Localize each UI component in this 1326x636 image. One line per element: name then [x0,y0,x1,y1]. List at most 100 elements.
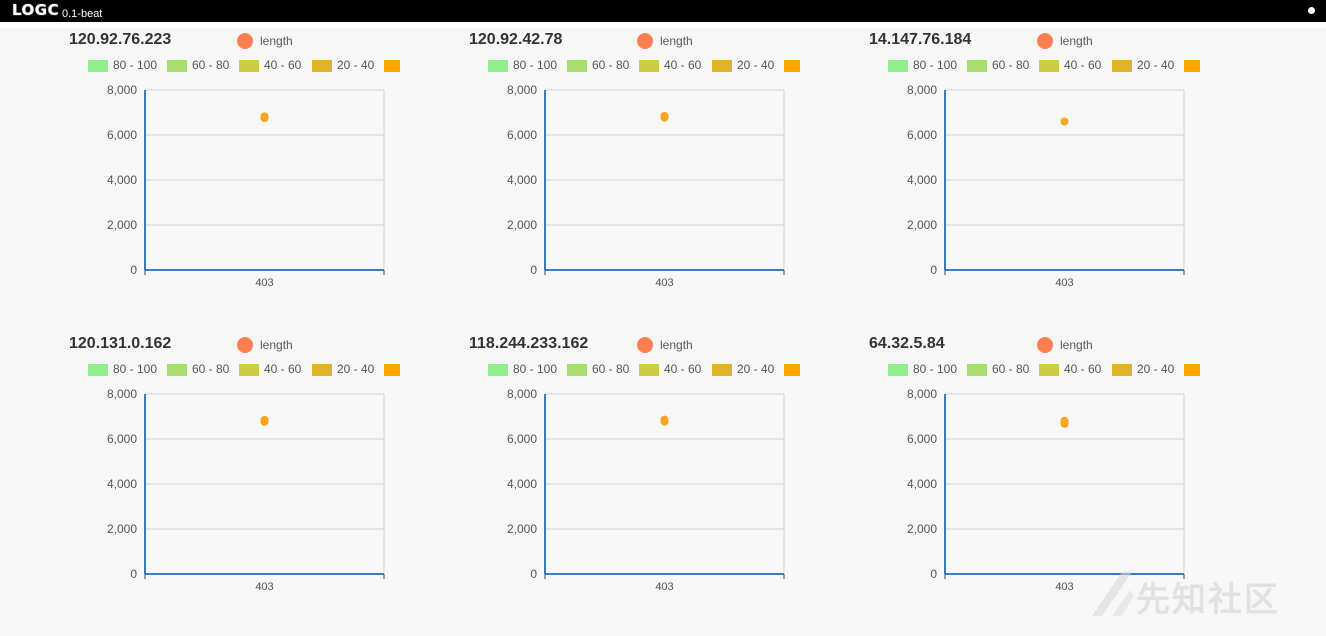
x-tick-label: 403 [1055,581,1073,593]
legend-length-marker-icon [237,337,253,353]
legend-length-label: length [1060,34,1093,48]
chart-panel: 120.131.0.162 length 80 - 100 60 - 80 40 - … [0,332,400,636]
y-tick-label: 0 [530,263,537,277]
y-tick-label: 8,000 [907,83,937,97]
y-tick-label: 0 [930,263,937,277]
legend-band-label: 60 - 80 [192,58,230,72]
legend-band-label: 60 - 80 [192,362,230,376]
y-tick-label: 2,000 [907,522,937,536]
legend-band-label: 20 - 40 [737,58,775,72]
legend-band-label: 80 - 100 [513,58,557,72]
legend-band-label: 40 - 60 [1064,58,1102,72]
legend-band-label: 20 - 40 [737,362,775,376]
scatter-chart: length80 - 10060 - 8040 - 6020 - 400 - 2… [888,33,1200,289]
legend-length-label: length [660,338,693,352]
legend-band-swatch [167,364,187,376]
legend-band-label: 40 - 60 [664,362,702,376]
y-tick-label: 4,000 [107,477,137,491]
y-tick-label: 8,000 [107,83,137,97]
data-point [1060,117,1069,126]
chart-panel: 120.92.42.78 length 80 - 100 60 - 80 40 - 6… [400,28,800,332]
legend-length-label: length [260,34,293,48]
x-tick-label: 403 [1055,277,1073,289]
y-tick-label: 2,000 [107,218,137,232]
y-tick-label: 8,000 [507,83,537,97]
legend-band-swatch [1039,60,1059,72]
y-tick-label: 8,000 [107,387,137,401]
legend-band-swatch [488,364,508,376]
data-point [660,111,669,120]
legend-band-swatch [384,60,400,72]
app-logo[interactable]: LOGC [12,1,59,19]
y-tick-label: 2,000 [107,522,137,536]
legend-band-swatch [639,60,659,72]
legend-length-marker-icon [637,337,653,353]
legend-band-label: 80 - 100 [513,362,557,376]
y-tick-label: 6,000 [107,432,137,446]
x-tick-label: 403 [655,277,673,289]
y-tick-label: 6,000 [507,432,537,446]
y-tick-label: 8,000 [507,387,537,401]
y-tick-label: 4,000 [907,477,937,491]
legend-length-marker-icon [1037,33,1053,49]
legend-band-swatch [1112,364,1132,376]
legend-band-swatch [888,364,908,376]
legend-band-label: 40 - 60 [264,362,302,376]
y-tick-label: 2,000 [907,218,937,232]
legend-band-label: 60 - 80 [992,362,1030,376]
legend-band-swatch [712,364,732,376]
legend-band-swatch [1039,364,1059,376]
legend-length-marker-icon [237,33,253,49]
legend-band-swatch [888,60,908,72]
x-tick-label: 403 [655,581,673,593]
legend-band-label: 20 - 40 [1137,58,1175,72]
legend-band-swatch [1112,60,1132,72]
y-tick-label: 4,000 [107,173,137,187]
y-tick-label: 0 [130,567,137,581]
legend-band-swatch [567,60,587,72]
legend-band-swatch [312,364,332,376]
legend-band-swatch [567,364,587,376]
scatter-chart: length80 - 10060 - 8040 - 6020 - 400 - 2… [488,337,800,593]
y-tick-label: 0 [930,567,937,581]
legend-band-swatch [312,60,332,72]
legend-band-swatch [488,60,508,72]
y-tick-label: 6,000 [507,128,537,142]
legend-band-swatch [784,60,800,72]
legend-length-label: length [660,34,693,48]
scatter-chart: length80 - 10060 - 8040 - 6020 - 400 - 2… [488,33,800,289]
legend-band-label: 40 - 60 [664,58,702,72]
y-tick-label: 6,000 [907,432,937,446]
legend-band-swatch [639,364,659,376]
x-tick-label: 403 [255,277,273,289]
y-tick-label: 8,000 [907,387,937,401]
data-point [260,415,269,424]
y-tick-label: 0 [130,263,137,277]
chart-panel: 118.244.233.162 length 80 - 100 60 - 80 40 … [400,332,800,636]
legend-band-label: 40 - 60 [1064,362,1102,376]
y-tick-label: 4,000 [507,477,537,491]
legend-band-swatch [239,60,259,72]
status-dot-icon[interactable] [1308,7,1315,14]
legend-band-swatch [239,364,259,376]
watermark-text: 先知社区 [1136,580,1280,620]
app-version: 0.1-beat [62,8,103,20]
data-point [1060,416,1069,425]
legend-band-swatch [1184,364,1200,376]
legend-band-swatch [1184,60,1200,72]
legend-band-label: 20 - 40 [1137,362,1175,376]
legend-length-marker-icon [1037,337,1053,353]
x-tick-label: 403 [255,581,273,593]
y-tick-label: 6,000 [107,128,137,142]
legend-band-swatch [784,364,800,376]
y-tick-label: 2,000 [507,522,537,536]
y-tick-label: 6,000 [907,128,937,142]
legend-band-label: 80 - 100 [113,58,157,72]
chart-panel: 120.92.76.223 length 80 - 100 60 - 80 40 - … [0,28,400,332]
legend-band-swatch [88,364,108,376]
legend-length-label: length [260,338,293,352]
legend-length-marker-icon [637,33,653,49]
legend-band-swatch [712,60,732,72]
legend-band-label: 80 - 100 [113,362,157,376]
legend-band-label: 60 - 80 [592,362,630,376]
